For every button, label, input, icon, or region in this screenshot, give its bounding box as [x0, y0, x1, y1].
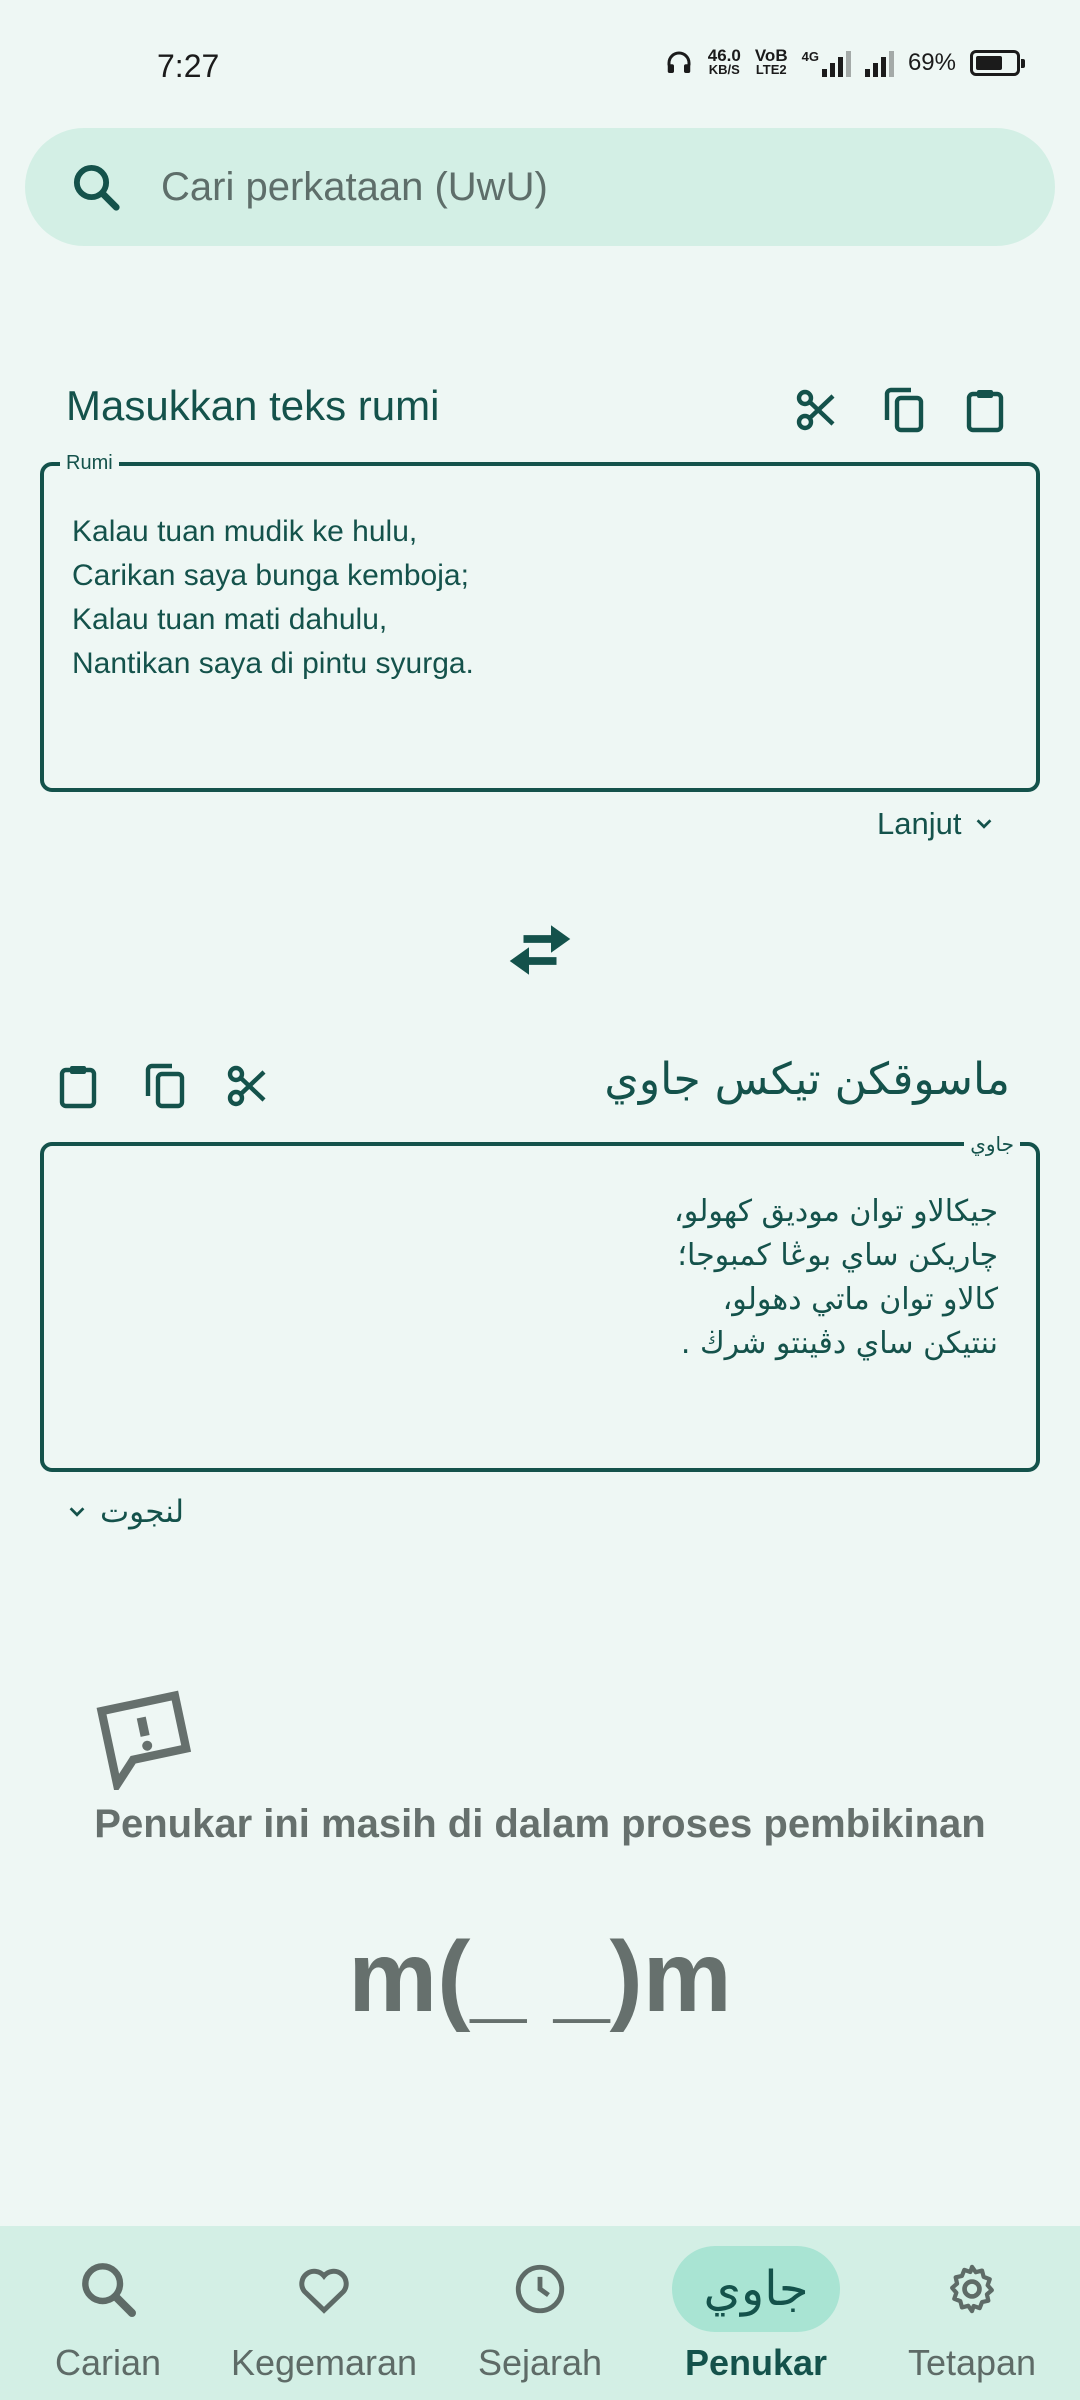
battery-icon	[970, 50, 1025, 76]
nav-item-kegemaran[interactable]: Kegemaran	[216, 2226, 432, 2400]
rumi-more-label: Lanjut	[877, 806, 962, 841]
swap-icon	[509, 925, 571, 975]
nav-label-tetapan: Tetapan	[907, 2342, 1037, 2383]
notice-message: Penukar ini masih di dalam proses pembik…	[94, 1802, 986, 1846]
rumi-field-label: Rumi	[60, 452, 119, 475]
signal-icon-sim2	[864, 49, 894, 77]
jawi-icon: جاوي	[703, 2261, 809, 2317]
scissors-icon	[796, 389, 835, 431]
clock-icon	[515, 2264, 565, 2314]
chevron-down-icon	[69, 1507, 85, 1517]
jawi-field-label: جاوي	[964, 1132, 1020, 1156]
feedback-warning-icon	[96, 1690, 192, 1790]
jawi-section-title: ماسوقكن تيکس جاوي	[604, 1054, 1010, 1105]
battery-percent: 69%	[907, 49, 956, 76]
nav-icon-container	[888, 2246, 1056, 2332]
bottom-navigation: Carian Kegemaran Sejarah جاوي Penukar Te…	[0, 2226, 1080, 2400]
rumi-more-button[interactable]: Lanjut	[877, 806, 995, 842]
copy-icon	[884, 387, 924, 433]
rumi-text-field[interactable]: Rumi Kalau tuan mudik ke hulu, Carikan s…	[40, 452, 1040, 792]
battery-level	[976, 56, 1003, 70]
nav-icon-container	[456, 2246, 624, 2332]
notice-emoticon: m(_ _)m	[348, 1921, 732, 2033]
network-type: 4G	[801, 49, 819, 64]
nav-label-carian: Carian	[54, 2342, 162, 2383]
signal-icon-sim1: 4G	[802, 49, 851, 77]
network-speed: 46.0 KB/S	[707, 46, 741, 77]
nav-label-penukar: Penukar	[684, 2342, 828, 2383]
jawi-output-text[interactable]: جيکالاو توان موديق کهولو، چاريکن ساي بوڠ…	[44, 1146, 1036, 1366]
network-speed-unit: KB/S	[708, 62, 740, 77]
jawi-copy-button[interactable]	[136, 1056, 196, 1116]
chevron-down-icon	[977, 819, 992, 829]
rumi-section-title: Masukkan teks rumi	[66, 382, 440, 429]
nav-item-penukar[interactable]: جاوي Penukar	[648, 2226, 864, 2400]
clipboard-icon	[59, 1066, 97, 1109]
jawi-cut-button[interactable]	[218, 1056, 278, 1116]
swap-button[interactable]	[500, 915, 580, 985]
nav-label-sejarah: Sejarah	[477, 2342, 603, 2383]
nav-icon-container	[24, 2246, 192, 2332]
headphones-icon	[667, 51, 691, 73]
jawi-more-label: لنجوت	[100, 1494, 185, 1530]
search-bar[interactable]	[25, 128, 1055, 246]
clipboard-icon	[966, 390, 1004, 433]
copy-button[interactable]	[875, 380, 935, 440]
nav-item-sejarah[interactable]: Sejarah	[432, 2226, 648, 2400]
search-icon	[82, 2263, 136, 2317]
search-input[interactable]	[161, 164, 961, 210]
status-icons: 46.0 KB/S VoB LTE2 4G 69%	[664, 46, 1025, 78]
volte-label: VoB	[754, 46, 788, 65]
nav-item-tetapan[interactable]: Tetapan	[864, 2226, 1080, 2400]
lte-label: LTE2	[755, 62, 787, 77]
scissors-icon	[227, 1065, 266, 1107]
jawi-paste-button[interactable]	[48, 1056, 108, 1116]
status-time: 7:27	[157, 48, 220, 84]
nav-item-carian[interactable]: Carian	[0, 2226, 216, 2400]
jawi-text-field[interactable]: جاوي جيکالاو توان موديق کهولو، چاريکن سا…	[40, 1132, 1040, 1472]
nav-icon-container	[240, 2246, 408, 2332]
nav-label-kegemaran: Kegemaran	[230, 2342, 418, 2383]
search-icon	[73, 164, 120, 211]
gear-icon	[950, 2264, 994, 2314]
volte-indicator: VoB LTE2	[754, 46, 788, 77]
network-speed-value: 46.0	[707, 46, 741, 65]
cut-button[interactable]	[787, 380, 847, 440]
jawi-more-button[interactable]: لنجوت	[66, 1494, 184, 1530]
heart-icon	[299, 2268, 349, 2314]
rumi-input-text[interactable]: Kalau tuan mudik ke hulu, Carikan saya b…	[44, 466, 1036, 686]
nav-active-indicator: جاوي	[672, 2246, 840, 2332]
paste-button[interactable]	[955, 380, 1015, 440]
copy-icon	[145, 1063, 185, 1109]
